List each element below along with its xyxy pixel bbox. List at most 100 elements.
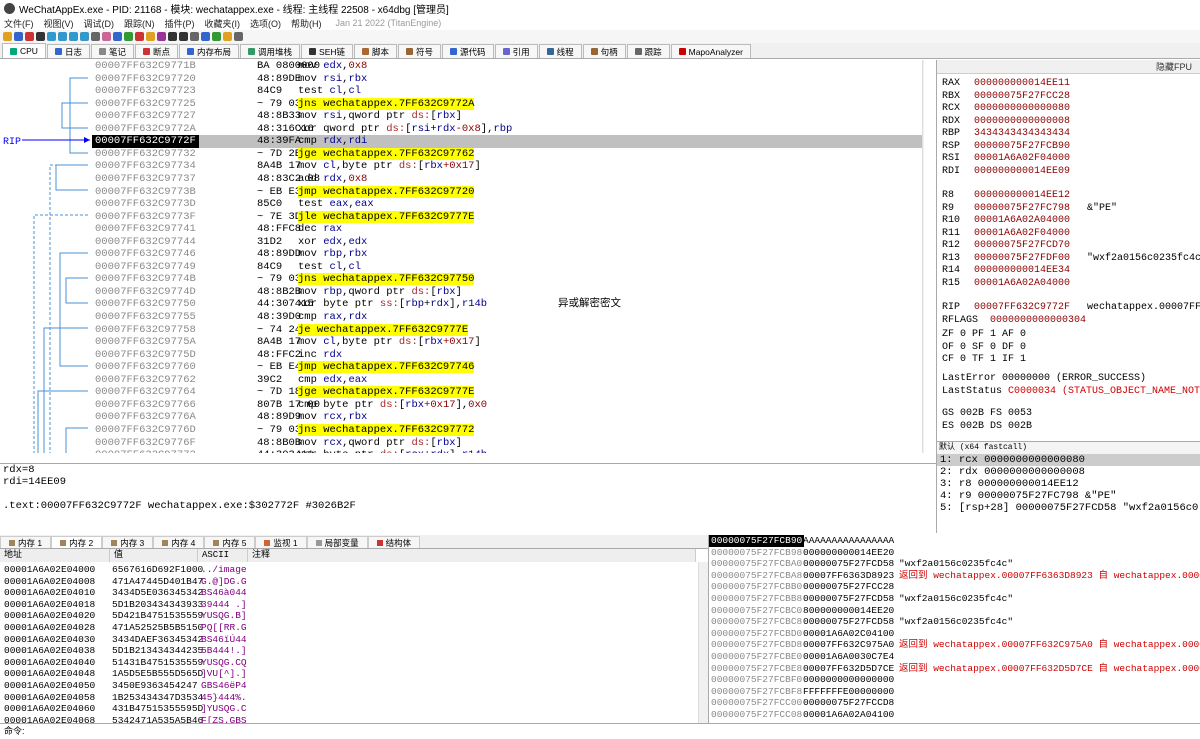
disasm-row[interactable]: 00007FF632C9773F ~ 7E 3D jle wechatappex.7… (92, 210, 922, 224)
register-value[interactable]: 00001A6A02A04000 (974, 278, 1070, 289)
dump-tab[interactable]: 内存 5 (204, 536, 256, 548)
disasm-row[interactable]: 00007FF632C9774D 48:8B2B mov rbp,qword ptr… (92, 286, 922, 299)
disasm-row[interactable]: 00007FF632C97732 ~ 7D 2E jge wechatappex.7… (92, 147, 922, 161)
disasm-row[interactable]: 00007FF632C97762 39C2 cmp edx,eax (92, 374, 922, 387)
disasm-row[interactable]: 00007FF632C9775D 48:FFC2 inc rdx (92, 349, 922, 362)
toolbar-button-icon[interactable] (168, 32, 177, 41)
register-r13[interactable]: R13 00000075F27FDF00 "wxf2a0156c0235fc4c" (942, 253, 1200, 265)
disasm-row[interactable]: 00007FF632C97725 ~ 79 03 jns wechatappex.7… (92, 97, 922, 111)
register-r10[interactable]: R10 00001A6A02A04000 (942, 215, 1070, 227)
dump-row[interactable]: 00001A6A02E04018 5D1B203434343933 39444 .] (0, 599, 708, 611)
menu-item[interactable]: 跟踪(N) (124, 17, 155, 30)
dump-tab[interactable]: 内存 2 (51, 536, 103, 548)
register-value[interactable]: 0000000000000008 (974, 116, 1070, 127)
calling-convention-selector[interactable]: 默认 (x64 fastcall) (937, 442, 1200, 454)
toolbar-button-icon[interactable] (36, 32, 45, 41)
dump-row[interactable]: 00001A6A02E04048 1A5D5E5B555D565D]VU[^].] (0, 668, 708, 680)
menu-item[interactable]: 视图(V) (44, 17, 74, 30)
stack-row[interactable]: 00000075F27FCC08 00001A6A02A04100 (709, 709, 1200, 721)
disasm-row[interactable]: 00007FF632C97734 8A4B 17 mov cl,byte ptr d… (92, 160, 922, 173)
disasm-row[interactable]: 00007FF632C97727 48:8B33 mov rsi,qword ptr… (92, 110, 922, 123)
disasm-row[interactable]: 00007FF632C9772A 48:316C16 xor qword ptr d… (92, 123, 922, 136)
register-value[interactable]: 00001A6A02A04000 (974, 215, 1070, 226)
menu-item[interactable]: 帮助(H) (291, 17, 322, 30)
register-value[interactable]: 3434343434343434 (974, 128, 1070, 139)
stack-row[interactable]: 00000075F27FCBB8 00000075F27FCD58 "wxf2a01… (709, 593, 1200, 605)
dump-tab[interactable]: 结构体 (367, 536, 421, 548)
toolbar-button-icon[interactable] (102, 32, 111, 41)
dump-row[interactable]: 00001A6A02E04030 3434DAEF36345342 BS46ïÚ44 (0, 634, 708, 646)
menu-item[interactable]: 调试(D) (84, 17, 115, 30)
stack-row[interactable]: 00000075F27FCBF8 FFFFFFFE00000000 (709, 686, 1200, 698)
disasm-row[interactable]: 00007FF632C97749 84C9 test cl,cl (92, 261, 922, 274)
tab-跟踪[interactable]: 跟踪 (626, 44, 670, 58)
disassembly-view[interactable]: RIP 00007FF632C9771B BA 0800000 mov edx,0x… (0, 60, 924, 453)
register-r8[interactable]: R8 000000000014EE12 (942, 190, 1070, 202)
register-rcx[interactable]: RCX 0000000000000080 (942, 103, 1070, 115)
stack-row[interactable]: 00000075F27FCBF0 0000000000000000 (709, 674, 1200, 686)
menu-item[interactable]: 插件(P) (165, 17, 195, 30)
tab-cpu[interactable]: CPU (2, 43, 46, 58)
register-value[interactable]: 00000075F27FDF00 (974, 253, 1070, 264)
dump-tab[interactable]: 内存 3 (102, 536, 154, 548)
memory-dump-view[interactable]: 地址 值 ASCII 注释 00001A6A02E04000 6567616D69… (0, 549, 708, 723)
dump-row[interactable]: 00001A6A02E04020 5D421B4751535559 YUSQG.B] (0, 610, 708, 622)
tab-断点[interactable]: 断点 (134, 44, 178, 58)
stack-row[interactable]: 00000075F27FCBD0 00001A6A02C04100 (709, 628, 1200, 640)
dump-row[interactable]: 00001A6A02E04068 5342471A535A5B46 F[ZS.GBS (0, 715, 708, 723)
stack-row[interactable]: 00000075F27FCBB0 00000075F27FCC28 (709, 581, 1200, 593)
toolbar-button-icon[interactable] (201, 32, 210, 41)
call-argument[interactable]: 2: rdx 0000000000000008 (937, 466, 1200, 478)
register-rbp[interactable]: RBP 3434343434343434 (942, 128, 1070, 140)
toolbar-button-icon[interactable] (223, 32, 232, 41)
stack-row[interactable]: 00000075F27FCBE0 00001A6A0030C7E4 (709, 651, 1200, 663)
register-value[interactable]: 00000075F27FCD70 (974, 240, 1070, 251)
disasm-row[interactable]: 00007FF632C97766 807B 17 00 cmp byte ptr d… (92, 399, 922, 412)
register-rsi[interactable]: RSI 00001A6A02F04000 (942, 153, 1070, 165)
register-value[interactable]: 000000000014EE12 (974, 190, 1070, 201)
call-arguments-view[interactable]: 默认 (x64 fastcall) 1: rcx 000000000000008… (936, 441, 1200, 533)
toolbar-button-icon[interactable] (3, 32, 12, 41)
disasm-row[interactable]: 00007FF632C97755 48:39D0 cmp rax,rdx (92, 311, 922, 324)
registers-view[interactable]: 隐藏FPU RAX 000000000014EE11 RBX 00000075F27F… (936, 60, 1200, 453)
disasm-row[interactable]: 00007FF632C9772F 48:39FA cmp rdx,rdi (92, 135, 922, 148)
tab-引用[interactable]: 引用 (494, 44, 538, 58)
stack-row[interactable]: 00000075F27FCBC8 00000075F27FCD58 "wxf2a01… (709, 616, 1200, 628)
disasm-row[interactable]: 00007FF632C97760 ~ EB E4 jmp wechatappex.7… (92, 361, 922, 374)
toolbar-button-icon[interactable] (124, 32, 133, 41)
register-rip[interactable]: RIP 00007FF632C9772F wechatappex.00007FF63 (942, 302, 1200, 314)
dump-row[interactable]: 00001A6A02E04060 431B47515355595D]YUSQG.C (0, 703, 708, 715)
rflags-value[interactable]: 0000000000000304 (990, 315, 1086, 326)
disasm-row[interactable]: 00007FF632C97741 48:FFC8 dec rax (92, 223, 922, 236)
tab-内存布局[interactable]: 内存布局 (179, 44, 240, 58)
command-bar[interactable]: 命令: (0, 723, 1200, 739)
disasm-row[interactable]: 00007FF632C9776F 48:8B0B mov rcx,qword ptr… (92, 437, 922, 450)
dump-row[interactable]: 00001A6A02E04028 471A52525B5B5150 PQ[[RR.G (0, 622, 708, 634)
dump-tab[interactable]: 内存 1 (0, 536, 52, 548)
register-value[interactable]: 000000000014EE11 (974, 78, 1070, 89)
rflags-row[interactable]: RFLAGS 0000000000000304 (942, 315, 1086, 327)
dump-header-address[interactable]: 地址 (0, 549, 110, 562)
dump-tab[interactable]: 内存 4 (153, 536, 205, 548)
menu-item[interactable]: 收藏夹(I) (205, 17, 241, 30)
hide-fpu-button[interactable]: 隐藏FPU (937, 60, 1200, 74)
call-argument[interactable]: 3: r8 000000000014EE12 (937, 478, 1200, 490)
disasm-row[interactable]: 00007FF632C97744 31D2 xor edx,edx (92, 236, 922, 249)
disassembly-scrollbar[interactable] (922, 60, 924, 453)
dump-scrollbar[interactable] (698, 562, 708, 723)
menu-item[interactable]: 选项(O) (250, 17, 281, 30)
dump-row[interactable]: 00001A6A02E04040 51431B4751535559 YUSQG.CQ (0, 657, 708, 669)
dump-row[interactable]: 00001A6A02E04038 5D1B213434344235 5B444!.] (0, 645, 708, 657)
toolbar-button-icon[interactable] (135, 32, 144, 41)
tab-线程[interactable]: 线程 (538, 44, 582, 58)
register-r14[interactable]: R14 000000000014EE34 (942, 265, 1070, 277)
toolbar-button-icon[interactable] (179, 32, 188, 41)
disasm-row[interactable]: 00007FF632C97746 48:89DD mov rbp,rbx (92, 248, 922, 261)
toolbar-button-icon[interactable] (157, 32, 166, 41)
call-argument[interactable]: 4: r9 00000075F27FC798 &"PE" (937, 490, 1200, 502)
dump-tab[interactable]: 监视 1 (255, 536, 307, 548)
disasm-row[interactable]: 00007FF632C97750 44:307415 xor byte ptr ss… (92, 298, 922, 311)
tab-句柄[interactable]: 句柄 (582, 44, 626, 58)
toolbar-button-icon[interactable] (190, 32, 199, 41)
register-rsp[interactable]: RSP 00000075F27FCB90 (942, 141, 1070, 153)
